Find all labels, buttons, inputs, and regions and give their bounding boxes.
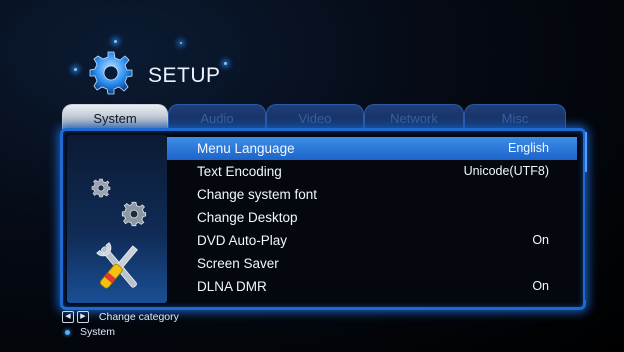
tab-label: Network [390, 111, 438, 126]
setting-change-system-font[interactable]: Change system font [167, 183, 577, 206]
setting-menu-language[interactable]: Menu Language English [167, 137, 577, 160]
tools-icon [96, 242, 138, 289]
settings-panel: Menu Language English Text Encoding Unic… [60, 128, 586, 310]
settings-list: Menu Language English Text Encoding Unic… [167, 137, 577, 298]
setting-label: Screen Saver [197, 256, 279, 271]
setting-value: On [532, 279, 549, 293]
left-arrow-key-icon: ◀ [62, 311, 74, 324]
sparkle-decoration [74, 68, 77, 71]
setting-label: Change Desktop [197, 210, 298, 225]
bullet-icon [65, 329, 70, 335]
tab-label: System [93, 111, 137, 126]
setting-change-desktop[interactable]: Change Desktop [167, 206, 577, 229]
current-category-label: System [80, 326, 116, 338]
setting-screen-saver[interactable]: Screen Saver [167, 252, 577, 275]
setting-dlna-dmr[interactable]: DLNA DMR On [167, 275, 577, 298]
setting-value: Unicode(UTF8) [463, 164, 549, 178]
setting-label: Text Encoding [197, 164, 282, 179]
setting-label: Menu Language [197, 141, 295, 156]
page-title: SETUP [148, 64, 221, 87]
hint-change-category: ◀ ▶ Change category [62, 311, 179, 326]
setting-label: DVD Auto-Play [197, 233, 288, 248]
sparkle-decoration [114, 40, 117, 43]
category-illustration [67, 135, 167, 303]
setting-label: Change system font [197, 187, 318, 202]
hint-label: Change category [98, 311, 179, 323]
setting-text-encoding[interactable]: Text Encoding Unicode(UTF8) [167, 160, 577, 183]
setting-value: On [532, 233, 549, 247]
tab-label: Audio [200, 111, 234, 126]
tab-label: Misc [501, 111, 529, 126]
right-arrow-key-icon: ▶ [77, 311, 89, 324]
setting-dvd-auto-play[interactable]: DVD Auto-Play On [167, 229, 577, 252]
small-gear-icon [91, 178, 111, 198]
setting-value: English [508, 141, 549, 155]
setup-header: SETUP [70, 40, 290, 110]
setting-label: DLNA DMR [197, 279, 267, 294]
tab-label: Video [298, 111, 332, 126]
sparkle-decoration [224, 62, 227, 65]
footer-hints: ◀ ▶ Change category System [62, 311, 179, 341]
sparkle-decoration [180, 42, 182, 44]
scrollbar-thumb[interactable] [585, 132, 587, 172]
gear-icon [89, 51, 133, 95]
small-gear-icon [121, 201, 147, 227]
current-category: System [62, 326, 179, 341]
